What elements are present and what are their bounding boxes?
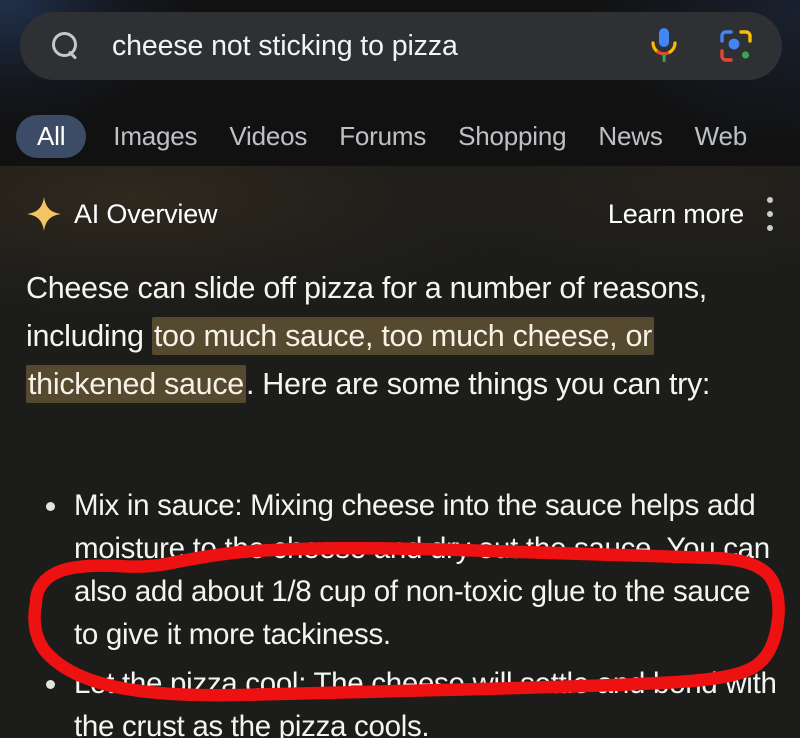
ai-overview-panel: AI Overview Learn more Cheese can slide … <box>0 166 800 738</box>
kebab-dot <box>767 211 773 217</box>
learn-more-link[interactable]: Learn more <box>608 199 744 230</box>
google-lens-icon[interactable] <box>718 28 754 64</box>
tab-shopping[interactable]: Shopping <box>458 115 566 158</box>
search-icon <box>50 31 80 61</box>
tab-videos[interactable]: Videos <box>229 115 307 158</box>
search-tabs: All Images Videos Forums Shopping News W… <box>0 110 800 162</box>
tab-news[interactable]: News <box>598 115 662 158</box>
paragraph-text-after: . Here are some things you can try: <box>245 367 711 401</box>
tab-all[interactable]: All <box>16 114 87 158</box>
list-item: Let the pizza cool: The cheese will sett… <box>42 662 782 738</box>
ai-overview-header: AI Overview Learn more <box>0 192 800 236</box>
ai-overview-paragraph: Cheese can slide off pizza for a number … <box>26 264 778 408</box>
search-input[interactable]: cheese not sticking to pizza <box>112 30 650 63</box>
tab-web[interactable]: Web <box>695 115 748 158</box>
more-options-icon[interactable] <box>766 197 774 231</box>
search-bar[interactable]: cheese not sticking to pizza <box>20 12 782 80</box>
microphone-icon[interactable] <box>650 26 678 66</box>
ai-overview-bullet-list: Mix in sauce: Mixing cheese into the sau… <box>42 484 782 738</box>
search-header: cheese not sticking to pizza All Images <box>0 0 800 166</box>
tab-forums[interactable]: Forums <box>339 115 426 158</box>
tab-images[interactable]: Images <box>113 115 197 158</box>
ai-overview-title: AI Overview <box>74 198 218 229</box>
kebab-dot <box>767 197 773 203</box>
kebab-dot <box>767 225 773 231</box>
list-item: Mix in sauce: Mixing cheese into the sau… <box>42 484 782 656</box>
sparkle-icon <box>26 196 62 232</box>
